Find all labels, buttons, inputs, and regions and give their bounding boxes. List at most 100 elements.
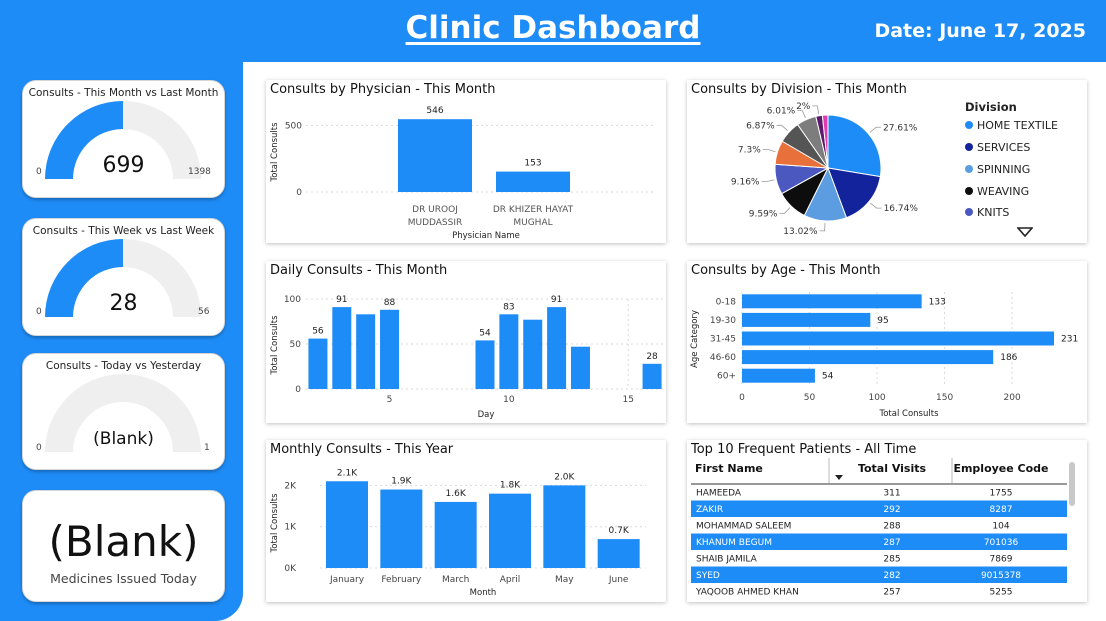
leader-line <box>779 207 791 214</box>
slice-label: 13.02% <box>783 227 818 237</box>
patients-table-panel[interactable]: Top 10 Frequent Patients - All Time Firs… <box>687 440 1087 602</box>
x-tick-label: MUDDASSIR <box>408 218 463 228</box>
physician-chart: 0 500 546 DR UROOJ MUDDASSIR 153 DR KHIZER HAY… <box>270 106 656 241</box>
x-tick-label: 5 <box>387 395 393 405</box>
table-cell: SHAIB JAMILA <box>696 555 758 565</box>
table-cell: 701036 <box>984 538 1019 548</box>
kpi-card-week[interactable]: Consults - This Week vs Last Week 28 0 5… <box>22 218 225 336</box>
bar <box>434 501 477 568</box>
legend-item[interactable]: HOME TEXTILE <box>965 119 1058 132</box>
data-label: 0.7K <box>609 526 630 536</box>
kpi-value: 28 <box>109 291 138 316</box>
data-label: 1.8K <box>500 481 521 491</box>
legend-label: WEAVING <box>977 185 1030 198</box>
data-label: 2.0K <box>554 472 575 482</box>
y-axis-title: Total Consults <box>270 122 280 183</box>
x-tick-label: February <box>381 575 422 585</box>
bar <box>496 171 570 192</box>
legend-item[interactable]: SPINNING <box>965 163 1030 176</box>
y-tick-label: 0-18 <box>716 297 737 307</box>
legend-swatch <box>965 187 973 195</box>
kpi-card-today[interactable]: Consults - Today vs Yesterday (Blank) 0 … <box>22 353 225 470</box>
bar <box>742 368 815 383</box>
kpi-card-medicines[interactable]: (Blank) Medicines Issued Today <box>22 490 225 602</box>
gauge-min-label: 0 <box>36 443 42 453</box>
slice-label: 7.3% <box>738 145 761 155</box>
leader-line <box>819 222 826 232</box>
table-cell: 282 <box>883 571 900 581</box>
table-cell: 311 <box>883 489 900 499</box>
x-tick-label: January <box>329 575 365 585</box>
physician-chart-panel[interactable]: Consults by Physician - This Month 0 500 5… <box>266 80 666 243</box>
y-tick-label: 60+ <box>717 372 736 382</box>
data-label: 1.9K <box>391 477 412 487</box>
slice-label: 27.61% <box>883 123 918 133</box>
y-tick-label: 500 <box>285 121 302 131</box>
slice-label: 9.16% <box>731 178 760 188</box>
bar <box>570 346 590 389</box>
month-gauge <box>45 101 201 179</box>
data-label: 28 <box>646 352 658 362</box>
legend-scroll-down-icon[interactable] <box>1017 227 1033 237</box>
x-tick-label: April <box>500 575 521 585</box>
kpi-card-month[interactable]: Consults - This Month vs Last Month 699 … <box>22 80 225 198</box>
medicines-value: (Blank) <box>48 517 199 566</box>
table-cell: 285 <box>883 555 900 565</box>
monthly-chart: 0K 1K 2K 2.1K January 1.9K February 1.6K March 1.… <box>270 468 646 598</box>
table-cell: 5255 <box>990 588 1013 598</box>
table-cell: 1755 <box>990 489 1013 499</box>
pie-slice <box>827 114 882 178</box>
daily-chart-panel[interactable]: Daily Consults - This Month 0 50 100 5 10 15 5… <box>266 261 666 423</box>
x-tick-label: March <box>442 575 469 585</box>
x-axis-title: Day <box>478 410 495 420</box>
data-label: 186 <box>1000 353 1017 363</box>
sort-desc-icon <box>835 475 843 480</box>
slice-label: 16.74% <box>884 204 919 214</box>
gauge-min-label: 0 <box>36 167 42 177</box>
bar <box>547 307 567 389</box>
table-cell: 257 <box>883 588 900 598</box>
leader-line <box>812 105 820 114</box>
table-cell: 287 <box>883 538 900 548</box>
leader-line <box>776 124 788 132</box>
table-cell: 288 <box>883 522 900 532</box>
legend-swatch <box>965 121 973 129</box>
x-tick-label: June <box>608 575 629 585</box>
legend-item[interactable]: WEAVING <box>965 185 1029 198</box>
table-cell: 9015378 <box>981 571 1021 581</box>
y-tick-label: 0 <box>295 385 301 395</box>
gauge-max-label: 56 <box>198 307 210 317</box>
division-pie-chart: 27.61% 16.74% 13.02% 9.59% 9.16% 7.3% 6.87% 6.0… <box>731 102 919 237</box>
leader-line <box>761 179 775 182</box>
y-tick-label: 0 <box>296 188 302 198</box>
y-tick-label: 46-60 <box>710 353 736 363</box>
data-label: 91 <box>551 295 562 305</box>
bar <box>642 363 662 389</box>
x-tick-label: 15 <box>622 395 633 405</box>
slice-label: 6.87% <box>746 121 775 131</box>
x-axis-title: Total Consults <box>878 409 939 419</box>
y-axis-title: Total Consults <box>270 493 280 554</box>
legend-swatch <box>965 208 973 216</box>
division-chart-panel[interactable]: Consults by Division - This Month 27.61%… <box>687 80 1087 243</box>
y-axis-title: Age Category <box>690 310 700 368</box>
table-cell: 8287 <box>990 505 1013 515</box>
monthly-chart-panel[interactable]: Monthly Consults - This Year 0K 1K 2K 2.1K J… <box>266 440 666 602</box>
bar <box>742 331 1054 346</box>
data-label: 95 <box>877 316 888 326</box>
kpi-value: (Blank) <box>93 429 154 449</box>
age-chart-panel[interactable]: Consults by Age - This Month 0 50 100 150 20… <box>687 261 1087 423</box>
table-scrollbar[interactable] <box>1069 462 1075 506</box>
legend-item[interactable]: SERVICES <box>965 141 1030 154</box>
bar <box>742 350 994 365</box>
gauge-max-label: 1 <box>204 443 210 453</box>
table-cell: SYED <box>696 571 720 581</box>
x-tick-label: May <box>555 575 574 585</box>
gauge-max-label: 1398 <box>188 167 211 177</box>
data-label: 231 <box>1061 335 1078 345</box>
bar <box>475 340 495 389</box>
legend-label: HOME TEXTILE <box>977 119 1058 132</box>
legend-item[interactable]: KNITS <box>965 206 1009 219</box>
bar <box>499 314 519 389</box>
y-tick-label: 2K <box>284 481 297 491</box>
